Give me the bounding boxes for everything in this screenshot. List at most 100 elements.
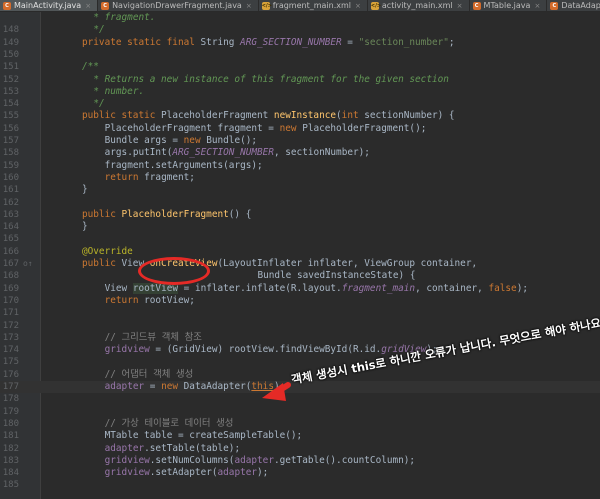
- code-token: =: [341, 36, 359, 48]
- line-number: 183: [2, 455, 19, 466]
- code-line: 160 return fragment;: [0, 172, 600, 184]
- code-token: * Returns a new instance of this fragmen…: [93, 73, 449, 85]
- code-token: fragment_main: [341, 282, 416, 294]
- code-line: 150: [0, 49, 600, 61]
- tab-label: NavigationDrawerFragment.java: [112, 1, 242, 10]
- code-token: Bundle args =: [104, 135, 184, 146]
- code-text: public PlaceholderFragment() {: [82, 209, 251, 221]
- xml-file-icon: </>: [261, 1, 272, 10]
- line-number: 176: [2, 369, 19, 380]
- close-tab-icon[interactable]: ×: [85, 2, 91, 10]
- code-line: 166 @Override: [0, 246, 600, 258]
- line-number: 179: [2, 406, 19, 417]
- code-text: public static PlaceholderFragment newIns…: [82, 110, 455, 122]
- code-token: new: [279, 122, 303, 134]
- line-number: 173: [2, 332, 19, 343]
- java-file-icon: C: [472, 1, 481, 10]
- code-token: rootView;: [144, 294, 195, 306]
- code-line: 184 gridview.setAdapter(adapter);: [0, 467, 600, 479]
- code-text: */: [93, 98, 104, 110]
- code-token: );: [273, 381, 286, 392]
- code-token: , sectionNumber);: [273, 147, 370, 159]
- tab-label: MTable.java: [483, 1, 531, 10]
- tab-label: DataAdapter.java: [561, 1, 600, 10]
- code-token: =: [144, 381, 162, 392]
- code-token: "section_number": [358, 36, 449, 48]
- code-token: );: [257, 467, 269, 479]
- line-number: 168: [2, 271, 19, 282]
- code-token: gridview: [104, 454, 150, 466]
- code-token: public static: [82, 110, 162, 122]
- line-number: 184: [2, 468, 19, 479]
- code-text: // 그리드뷰 객체 참조: [105, 332, 202, 344]
- code-line: 163 public PlaceholderFragment() {: [0, 209, 600, 221]
- code-text: args.putInt(ARG_SECTION_NUMBER, sectionN…: [105, 147, 370, 159]
- override-marker-icon[interactable]: o↑: [23, 258, 33, 270]
- code-text: return rootView;: [105, 295, 195, 307]
- code-token: ARG_SECTION_NUMBER: [240, 36, 342, 48]
- line-number: 160: [2, 172, 19, 183]
- close-tab-icon[interactable]: ×: [246, 2, 252, 10]
- code-token: return: [104, 171, 145, 183]
- code-text: gridview.setAdapter(adapter);: [105, 467, 269, 479]
- line-number: 156: [2, 123, 19, 134]
- highlight-circle: [138, 257, 210, 285]
- code-text: @Override: [82, 246, 133, 258]
- code-line: 158 args.putInt(ARG_SECTION_NUMBER, secti…: [0, 147, 600, 159]
- line-number: 182: [2, 443, 19, 454]
- line-number: 165: [2, 234, 19, 245]
- code-token: */: [93, 24, 105, 36]
- code-text: * number.: [93, 86, 144, 98]
- close-tab-icon[interactable]: ×: [355, 2, 361, 10]
- code-token: new: [161, 381, 184, 392]
- line-number: 158: [2, 148, 19, 159]
- line-number: 185: [2, 480, 19, 491]
- code-token: int: [341, 110, 365, 122]
- code-token: = (GridView) rootView.findViewById(R.id.: [149, 344, 382, 356]
- code-line: 171: [0, 307, 600, 319]
- line-number: 157: [2, 136, 19, 146]
- line-number: 154: [2, 99, 19, 110]
- close-tab-icon[interactable]: ×: [457, 2, 463, 10]
- editor-tab-bar: C MainActivity.java × C NavigationDrawerFrag…: [0, 0, 600, 12]
- code-text: MTable table = createSampleTable();: [105, 430, 303, 442]
- line-number: 152: [2, 74, 19, 85]
- code-token: ARG_SECTION_NUMBER: [172, 147, 274, 159]
- code-text: adapter.setTable(table);: [105, 443, 240, 455]
- tab-label: fragment_main.xml: [272, 1, 352, 10]
- close-tab-icon[interactable]: ×: [534, 2, 540, 10]
- tab-navigationdrawerfragment-java[interactable]: C NavigationDrawerFragment.java ×: [98, 0, 259, 11]
- java-file-icon: C: [3, 1, 11, 10]
- code-text: Bundle savedInstanceState) {: [257, 270, 415, 282]
- code-token: private static final: [82, 36, 201, 48]
- code-token: adapter: [104, 442, 145, 454]
- code-text: * fragment.: [93, 12, 155, 24]
- line-number: 172: [2, 320, 19, 331]
- code-token: // 어댑터 객체 생성: [104, 368, 194, 380]
- code-token: }: [82, 221, 88, 233]
- code-line: 155 public static PlaceholderFragment new…: [0, 110, 600, 122]
- tab-mainactivity-java[interactable]: C MainActivity.java ×: [0, 0, 99, 11]
- code-token: Bundle();: [206, 135, 258, 146]
- line-number: 149: [2, 37, 19, 48]
- code-token: PlaceholderFragment fragment =: [104, 122, 280, 134]
- code-token: DataAdapter(: [183, 381, 252, 392]
- tab-fragment-main-xml[interactable]: </> fragment_main.xml ×: [259, 0, 368, 11]
- code-token: return: [104, 294, 145, 306]
- code-line: * fragment.: [0, 12, 600, 24]
- code-token: View: [104, 282, 133, 294]
- code-line: 185: [0, 479, 600, 491]
- code-line: 153 * number.: [0, 86, 600, 98]
- code-token: fragment.setArguments(args);: [104, 159, 263, 171]
- code-token: = inflater.inflate(R.layout.: [178, 282, 342, 294]
- code-text: * Returns a new instance of this fragmen…: [93, 74, 449, 86]
- code-line: 182 adapter.setTable(table);: [0, 443, 600, 455]
- tab-mtable-java[interactable]: C MTable.java ×: [470, 0, 548, 11]
- line-number: 162: [2, 197, 19, 208]
- code-line: 151 /**: [0, 61, 600, 73]
- tab-label: activity_main.xml: [381, 1, 453, 10]
- code-token: PlaceholderFragment: [121, 208, 229, 220]
- tab-dataadapter-java[interactable]: CDataAdapter.java×: [547, 0, 600, 11]
- line-number: 178: [2, 394, 19, 405]
- tab-activity-main-xml[interactable]: </> activity_main.xml ×: [368, 0, 470, 11]
